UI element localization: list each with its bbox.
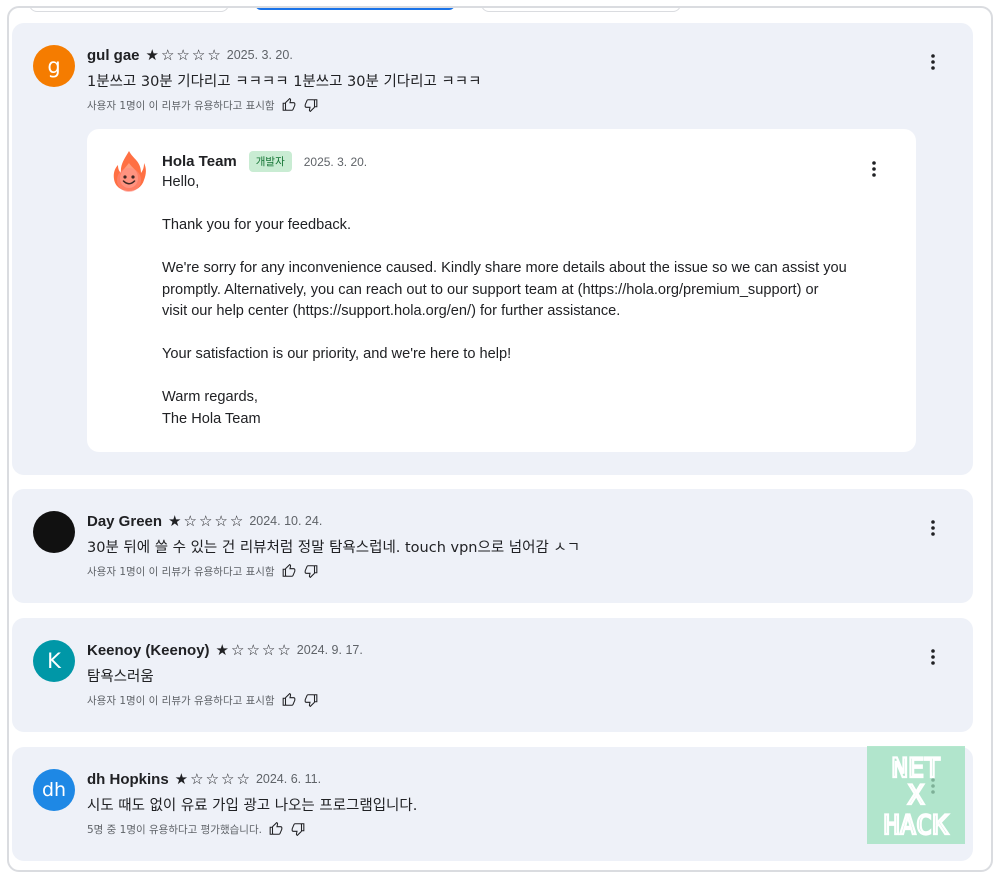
reply-header: Hola Team 개발자 2025. 3. 20. — [162, 151, 367, 172]
top-tabs — [9, 8, 991, 14]
reply-line: Hello, — [162, 174, 200, 190]
thumb-down-icon[interactable] — [303, 563, 319, 579]
star-empty-icon: ☆ — [176, 45, 190, 64]
tab-right[interactable] — [481, 8, 681, 12]
more-vert-icon[interactable] — [921, 50, 945, 74]
helpful-count: 사용자 1명이 이 리뷰가 유용하다고 표시함 — [87, 694, 275, 707]
star-filled-icon: ★ — [215, 640, 229, 659]
star-empty-icon: ☆ — [261, 640, 276, 659]
star-empty-icon: ☆ — [198, 511, 213, 530]
star-empty-icon: ☆ — [236, 769, 250, 788]
review-date: 2024. 10. 24. — [249, 514, 323, 528]
more-vert-icon[interactable] — [921, 645, 945, 669]
thumb-down-icon[interactable] — [303, 692, 319, 708]
watermark-line: HACK — [883, 810, 949, 841]
review-header: gul gae ★ ☆ ☆ ☆ ☆ 2025. 3. 20. — [87, 45, 293, 65]
star-empty-icon: ☆ — [190, 769, 204, 788]
star-empty-icon: ☆ — [160, 45, 175, 64]
reply-line: Your satisfaction is our priority, and w… — [162, 346, 512, 362]
reply-body: Hello, Thank you for your feedback. We'r… — [162, 172, 862, 430]
review-text: 탐욕스러움 — [87, 669, 154, 685]
helpful-row: 사용자 1명이 이 리뷰가 유용하다고 표시함 — [87, 692, 319, 708]
developer-reply: Hola Team 개발자 2025. 3. 20. Hello, Thank … — [87, 129, 916, 452]
helpful-count: 5명 중 1명이 유용하다고 평가했습니다. — [87, 823, 262, 836]
review-date: 2024. 6. 11. — [255, 772, 322, 786]
star-empty-icon: ☆ — [205, 769, 220, 788]
helpful-row: 사용자 1명이 이 리뷰가 유용하다고 표시함 — [87, 563, 319, 579]
more-vert-icon[interactable] — [921, 516, 945, 540]
thumb-up-icon[interactable] — [281, 692, 297, 708]
star-empty-icon: ☆ — [230, 640, 245, 659]
reply-line: Thank you for your feedback. — [162, 217, 352, 233]
star-empty-icon: ☆ — [183, 511, 197, 530]
review-author: Keenoy (Keenoy) — [87, 641, 210, 659]
review-card: dh dh Hopkins ★ ☆ ☆ ☆ ☆ 2024. 6. 11. 시도 때도 없… — [12, 747, 973, 861]
avatar — [33, 511, 75, 553]
review-author: gul gae — [87, 46, 140, 64]
reply-date: 2025. 3. 20. — [303, 154, 368, 169]
star-empty-icon: ☆ — [191, 45, 206, 64]
reply-line: We're sorry for any inconvenience caused… — [162, 260, 847, 276]
review-author: dh Hopkins — [87, 770, 169, 788]
helpful-count: 사용자 1명이 이 리뷰가 유용하다고 표시함 — [87, 99, 275, 112]
reply-more-vert-icon[interactable] — [862, 157, 886, 181]
developer-name: Hola Team — [162, 153, 237, 170]
review-card: Day Green ★ ☆ ☆ ☆ ☆ 2024. 10. 24. 30분 뒤에 쓸 수… — [12, 489, 973, 603]
review-date: 2024. 9. 17. — [296, 643, 363, 657]
star-empty-icon: ☆ — [214, 511, 228, 530]
avatar: dh — [33, 769, 75, 811]
tab-active[interactable] — [255, 8, 455, 10]
helpful-row: 사용자 1명이 이 리뷰가 유용하다고 표시함 — [87, 97, 319, 113]
review-card: g gul gae ★ ☆ ☆ ☆ ☆ 2025. 3. 20. 1분쓰고 30분 기다… — [12, 23, 973, 475]
review-header: Day Green ★ ☆ ☆ ☆ ☆ 2024. 10. 24. — [87, 511, 322, 531]
star-rating: ★ ☆ ☆ ☆ ☆ — [145, 45, 221, 64]
review-text: 30분 뒤에 쓸 수 있는 건 리뷰처럼 정말 탐욕스럽네. touch vpn… — [87, 540, 581, 556]
review-author: Day Green — [87, 512, 163, 530]
helpful-row: 5명 중 1명이 유용하다고 평가했습니다. — [87, 821, 306, 837]
developer-badge: 개발자 — [248, 151, 292, 172]
reply-line: visit our help center (https://support.h… — [162, 303, 621, 319]
reply-line: The Hola Team — [162, 410, 261, 427]
review-text: 시도 때도 없이 유료 가입 광고 나오는 프로그램입니다. — [87, 798, 418, 814]
star-rating: ★ ☆ ☆ ☆ ☆ — [174, 769, 250, 788]
star-empty-icon: ☆ — [221, 769, 235, 788]
star-filled-icon: ★ — [174, 769, 189, 788]
thumb-up-icon[interactable] — [281, 563, 297, 579]
helpful-count: 사용자 1명이 이 리뷰가 유용하다고 표시함 — [87, 565, 275, 578]
star-rating: ★ ☆ ☆ ☆ ☆ — [168, 511, 244, 530]
hola-logo-icon — [111, 149, 147, 193]
thumb-down-icon[interactable] — [303, 97, 319, 113]
star-empty-icon: ☆ — [207, 45, 221, 64]
thumb-up-icon[interactable] — [281, 97, 297, 113]
review-text: 1분쓰고 30분 기다리고 ㅋㅋㅋㅋ 1분쓰고 30분 기다리고 ㅋㅋㅋ — [87, 74, 482, 90]
star-filled-icon: ★ — [168, 511, 182, 530]
star-empty-icon: ☆ — [246, 640, 260, 659]
review-header: Keenoy (Keenoy) ★ ☆ ☆ ☆ ☆ 2024. 9. 17. — [87, 640, 363, 660]
tab-left[interactable] — [29, 8, 229, 12]
star-empty-icon: ☆ — [229, 511, 244, 530]
netxhack-watermark: NET X HACK — [867, 746, 965, 844]
thumb-up-icon[interactable] — [268, 821, 284, 837]
review-date: 2025. 3. 20. — [226, 48, 293, 62]
avatar: K — [33, 640, 75, 682]
review-card: K Keenoy (Keenoy) ★ ☆ ☆ ☆ ☆ 2024. 9. 17. 탐욕스… — [12, 618, 973, 732]
star-filled-icon: ★ — [145, 45, 159, 64]
reply-line: promptly. Alternatively, you can reach o… — [162, 281, 819, 298]
avatar: g — [33, 45, 75, 87]
watermark-line: X — [908, 780, 924, 811]
reply-line: Warm regards, — [162, 389, 258, 405]
star-rating: ★ ☆ ☆ ☆ ☆ — [215, 640, 291, 659]
review-header: dh Hopkins ★ ☆ ☆ ☆ ☆ 2024. 6. 11. — [87, 769, 321, 789]
star-empty-icon: ☆ — [277, 640, 291, 659]
thumb-down-icon[interactable] — [290, 821, 306, 837]
